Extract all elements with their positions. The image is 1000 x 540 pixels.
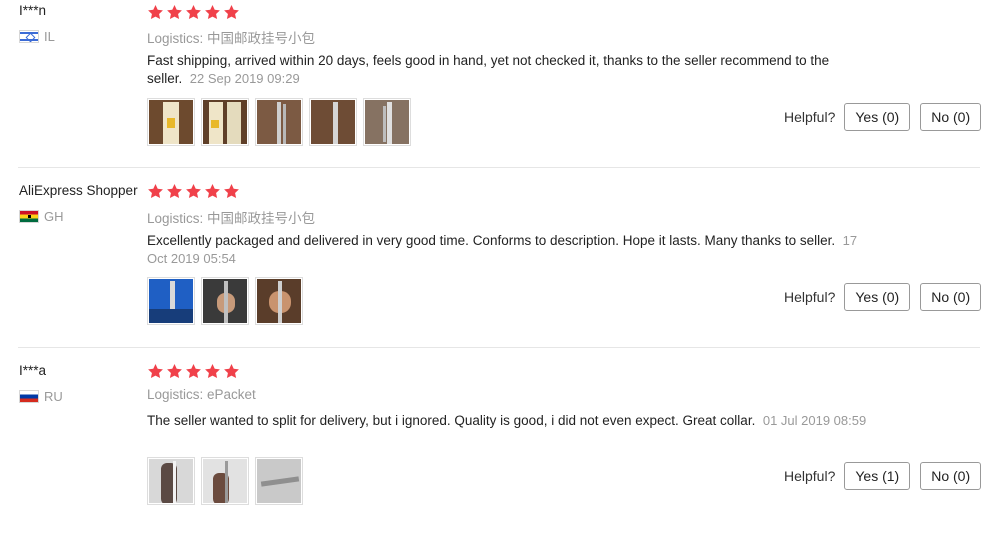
reviewer-name: AliExpress Shopper bbox=[19, 183, 138, 198]
star-icon bbox=[223, 363, 240, 380]
star-icon bbox=[166, 4, 183, 21]
helpful-label: Helpful? bbox=[784, 109, 836, 125]
review-item: I***a RU Logistics: ePacket The seller w… bbox=[0, 360, 1000, 540]
helpful-yes-button[interactable]: Yes (0) bbox=[844, 283, 911, 311]
country-code: IL bbox=[44, 29, 55, 44]
star-rating bbox=[147, 183, 240, 200]
review-item: AliExpress Shopper GH Logistics: 中国邮政挂号小… bbox=[0, 180, 1000, 360]
review-body: Excellently packaged and delivered in ve… bbox=[147, 233, 836, 248]
review-photos bbox=[147, 277, 303, 325]
review-photos bbox=[147, 457, 303, 505]
helpful-no-button[interactable]: No (0) bbox=[920, 462, 982, 490]
star-icon bbox=[147, 363, 164, 380]
review-photo-thumbnail[interactable] bbox=[255, 277, 303, 325]
review-photo-thumbnail[interactable] bbox=[201, 98, 249, 146]
helpful-vote: Helpful? Yes (0) No (0) bbox=[784, 103, 982, 131]
star-icon bbox=[223, 183, 240, 200]
logistics-info: Logistics: 中国邮政挂号小包 bbox=[147, 211, 316, 226]
country-code: GH bbox=[44, 209, 64, 224]
review-text: Excellently packaged and delivered in ve… bbox=[147, 232, 867, 268]
israel-flag-icon bbox=[19, 30, 39, 43]
reviewer-country: RU bbox=[19, 389, 63, 404]
review-photo-thumbnail[interactable] bbox=[147, 457, 195, 505]
star-rating bbox=[147, 363, 240, 380]
star-icon bbox=[185, 363, 202, 380]
star-icon bbox=[166, 363, 183, 380]
ghana-flag-icon bbox=[19, 210, 39, 223]
review-text: Fast shipping, arrived within 20 days, f… bbox=[147, 52, 867, 88]
helpful-no-button[interactable]: No (0) bbox=[920, 103, 982, 131]
star-icon bbox=[223, 4, 240, 21]
logistics-info: Logistics: ePacket bbox=[147, 387, 256, 402]
star-icon bbox=[147, 183, 164, 200]
helpful-label: Helpful? bbox=[784, 468, 836, 484]
review-body: The seller wanted to split for delivery,… bbox=[147, 413, 756, 428]
review-photo-thumbnail[interactable] bbox=[363, 98, 411, 146]
russia-flag-icon bbox=[19, 390, 39, 403]
logistics-info: Logistics: 中国邮政挂号小包 bbox=[147, 31, 316, 46]
review-photo-thumbnail[interactable] bbox=[309, 98, 357, 146]
review-photo-thumbnail[interactable] bbox=[147, 277, 195, 325]
helpful-yes-button[interactable]: Yes (1) bbox=[844, 462, 911, 490]
review-photo-thumbnail[interactable] bbox=[255, 457, 303, 505]
review-photo-thumbnail[interactable] bbox=[201, 277, 249, 325]
reviewer-country: IL bbox=[19, 29, 55, 44]
star-icon bbox=[204, 183, 221, 200]
review-text: The seller wanted to split for delivery,… bbox=[147, 412, 867, 430]
country-code: RU bbox=[44, 389, 63, 404]
helpful-yes-button[interactable]: Yes (0) bbox=[844, 103, 911, 131]
review-photo-thumbnail[interactable] bbox=[147, 98, 195, 146]
review-photo-thumbnail[interactable] bbox=[255, 98, 303, 146]
review-photos bbox=[147, 98, 411, 146]
star-rating bbox=[147, 4, 240, 21]
reviewer-name: I***a bbox=[19, 363, 47, 378]
helpful-vote: Helpful? Yes (1) No (0) bbox=[784, 462, 982, 490]
review-photo-thumbnail[interactable] bbox=[201, 457, 249, 505]
review-divider bbox=[18, 347, 980, 348]
star-icon bbox=[166, 183, 183, 200]
star-icon bbox=[204, 4, 221, 21]
star-icon bbox=[147, 4, 164, 21]
star-icon bbox=[185, 4, 202, 21]
star-icon bbox=[204, 363, 221, 380]
review-divider bbox=[18, 167, 980, 168]
helpful-vote: Helpful? Yes (0) No (0) bbox=[784, 283, 982, 311]
reviewer-country: GH bbox=[19, 209, 64, 224]
helpful-no-button[interactable]: No (0) bbox=[920, 283, 982, 311]
review-date: 01 Jul 2019 08:59 bbox=[762, 413, 867, 428]
review-date: 22 Sep 2019 09:29 bbox=[189, 71, 300, 86]
helpful-label: Helpful? bbox=[784, 289, 836, 305]
review-item: I***n IL Logistics: 中国邮政挂号小包 Fast shippi… bbox=[0, 0, 1000, 180]
star-icon bbox=[185, 183, 202, 200]
reviewer-name: I***n bbox=[19, 3, 47, 18]
